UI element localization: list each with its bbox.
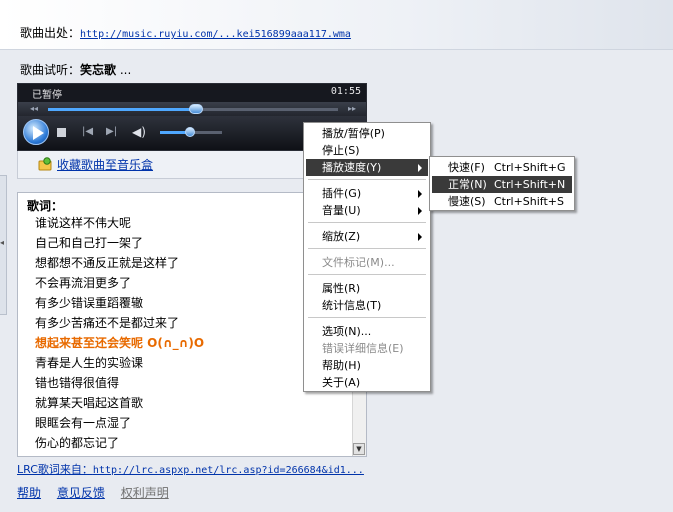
speed-item-normal-label: 正常(N)	[448, 178, 487, 191]
add-to-music-box-link[interactable]: 收藏歌曲至音乐盒	[57, 156, 153, 173]
seek-bar[interactable]	[48, 104, 338, 114]
player-status-bar: 已暂停 01:55	[18, 84, 366, 102]
lyric-line: 伤心的都忘记了	[35, 436, 120, 450]
menu-item-zoom[interactable]: 缩放(Z)	[306, 228, 428, 245]
help-link[interactable]: 帮助	[17, 486, 41, 500]
menu-item-statistics[interactable]: 统计信息(T)	[306, 297, 428, 314]
speed-item-normal-shortcut: Ctrl+Shift+N	[494, 178, 566, 191]
lyric-line: 眼眶会有一点湿了	[35, 416, 132, 430]
song-source-line: 歌曲出处：http://music.ruyiu.com/...kei516899…	[20, 24, 351, 41]
menu-item-options[interactable]: 选项(N)...	[306, 323, 428, 340]
stop-button[interactable]	[57, 128, 66, 137]
volume-thumb[interactable]	[184, 127, 195, 137]
song-source-link[interactable]: http://music.ruyiu.com/...kei516899aaa11…	[80, 29, 351, 40]
submenu-arrow-icon	[418, 164, 422, 172]
lyric-line: 谁说这样不伟大呢	[35, 216, 132, 230]
footer-links: 帮助 意见反馈 权利声明	[17, 484, 181, 501]
menu-item-play-speed[interactable]: 播放速度(Y)	[306, 159, 428, 176]
seek-thumb[interactable]	[188, 104, 203, 114]
menu-separator	[308, 317, 426, 318]
menu-item-about[interactable]: 关于(A)	[306, 374, 428, 391]
lyric-line: 青春是人生的实验课	[35, 356, 144, 370]
lyrics-heading: 歌词：	[27, 199, 64, 213]
seek-forward-icon[interactable]: ▸▸	[348, 104, 356, 113]
menu-item-volume[interactable]: 音量(U)	[306, 202, 428, 219]
volume-slider[interactable]	[160, 127, 222, 137]
speaker-icon[interactable]: ◀)	[132, 125, 146, 139]
menu-separator	[308, 179, 426, 180]
scroll-down-icon[interactable]: ▼	[353, 443, 365, 455]
lyric-line: 有多少错误重蹈覆辙	[35, 296, 144, 310]
lyric-line: 想都想不通反正就是这样了	[35, 256, 180, 270]
speed-item-slow-shortcut: Ctrl+Shift+S	[494, 195, 564, 208]
menu-separator	[308, 248, 426, 249]
menu-item-error-details: 错误详细信息(E)	[322, 342, 404, 355]
menu-item-plugins[interactable]: 插件(G)	[306, 185, 428, 202]
lyric-line-current: 想起来甚至还会笑呢 O(∩_∩)O	[35, 336, 205, 350]
seek-row: ◂◂ ▸▸	[18, 102, 366, 116]
seek-back-icon[interactable]: ◂◂	[30, 104, 38, 113]
speed-item-slow-label: 慢速(S)	[448, 195, 486, 208]
menu-item-play-speed-label: 播放速度(Y)	[322, 161, 382, 174]
next-track-icon[interactable]: ▶|	[106, 126, 117, 137]
lyric-line: 就算某天唱起这首歌	[35, 396, 144, 410]
lyric-line: 错也错得很值得	[35, 376, 120, 390]
lyric-line: 有多少苦痛还不是都过来了	[35, 316, 180, 330]
collapse-arrow-icon: ◂	[0, 238, 5, 247]
speed-item-fast-label: 快速(F)	[448, 161, 485, 174]
lyric-line: 不会再流泪更多了	[35, 276, 132, 290]
speed-submenu: 快速(F) Ctrl+Shift+G 正常(N) Ctrl+Shift+N 慢速(S…	[429, 156, 575, 211]
seek-bar-fill	[48, 108, 196, 111]
song-preview-line: 歌曲试听：笑忘歌 ...	[20, 61, 131, 78]
song-preview-label: 歌曲试听：	[20, 63, 81, 77]
menu-item-play-pause[interactable]: 播放/暂停(P)	[306, 125, 428, 142]
lyric-line: 自己和自己打一架了	[35, 236, 144, 250]
lrc-source-label: LRC歌词来自：	[17, 463, 93, 476]
player-status: 已暂停	[32, 90, 62, 101]
song-source-label: 歌曲出处：	[20, 26, 81, 40]
submenu-arrow-icon	[418, 207, 422, 215]
menu-item-volume-label: 音量(U)	[322, 204, 361, 217]
music-box-icon	[38, 157, 52, 171]
menu-item-help[interactable]: 帮助(H)	[306, 357, 428, 374]
lrc-source-link[interactable]: http://lrc.aspxp.net/lrc.asp?id=266684&i…	[93, 465, 364, 476]
speed-item-fast[interactable]: 快速(F) Ctrl+Shift+G	[432, 159, 572, 176]
speed-item-fast-shortcut: Ctrl+Shift+G	[494, 161, 566, 174]
song-title-suffix: ...	[116, 63, 132, 77]
menu-item-plugins-label: 插件(G)	[322, 187, 362, 200]
feedback-link[interactable]: 意见反馈	[57, 486, 105, 500]
menu-item-properties[interactable]: 属性(R)	[306, 280, 428, 297]
collapse-handle[interactable]: ◂	[0, 175, 7, 315]
play-button[interactable]	[23, 119, 49, 145]
menu-separator	[308, 274, 426, 275]
menu-item-stop[interactable]: 停止(S)	[306, 142, 428, 159]
speed-item-slow[interactable]: 慢速(S) Ctrl+Shift+S	[432, 193, 572, 210]
lrc-source-line[interactable]: LRC歌词来自：http://lrc.aspxp.net/lrc.asp?id=…	[17, 461, 364, 477]
menu-separator	[308, 222, 426, 223]
rights-link[interactable]: 权利声明	[121, 486, 169, 500]
player-context-menu: 播放/暂停(P) 停止(S) 播放速度(Y) 插件(G) 音量(U) 缩放(Z)…	[303, 122, 431, 392]
player-time: 01:55	[330, 86, 361, 97]
song-title: 笑忘歌	[80, 63, 117, 77]
submenu-arrow-icon	[418, 190, 422, 198]
submenu-arrow-icon	[418, 233, 422, 241]
menu-item-file-markers: 文件标记(M)...	[322, 256, 395, 269]
previous-track-icon[interactable]: |◀	[82, 126, 93, 137]
speed-item-normal[interactable]: 正常(N) Ctrl+Shift+N	[432, 176, 572, 193]
menu-item-zoom-label: 缩放(Z)	[322, 230, 361, 243]
